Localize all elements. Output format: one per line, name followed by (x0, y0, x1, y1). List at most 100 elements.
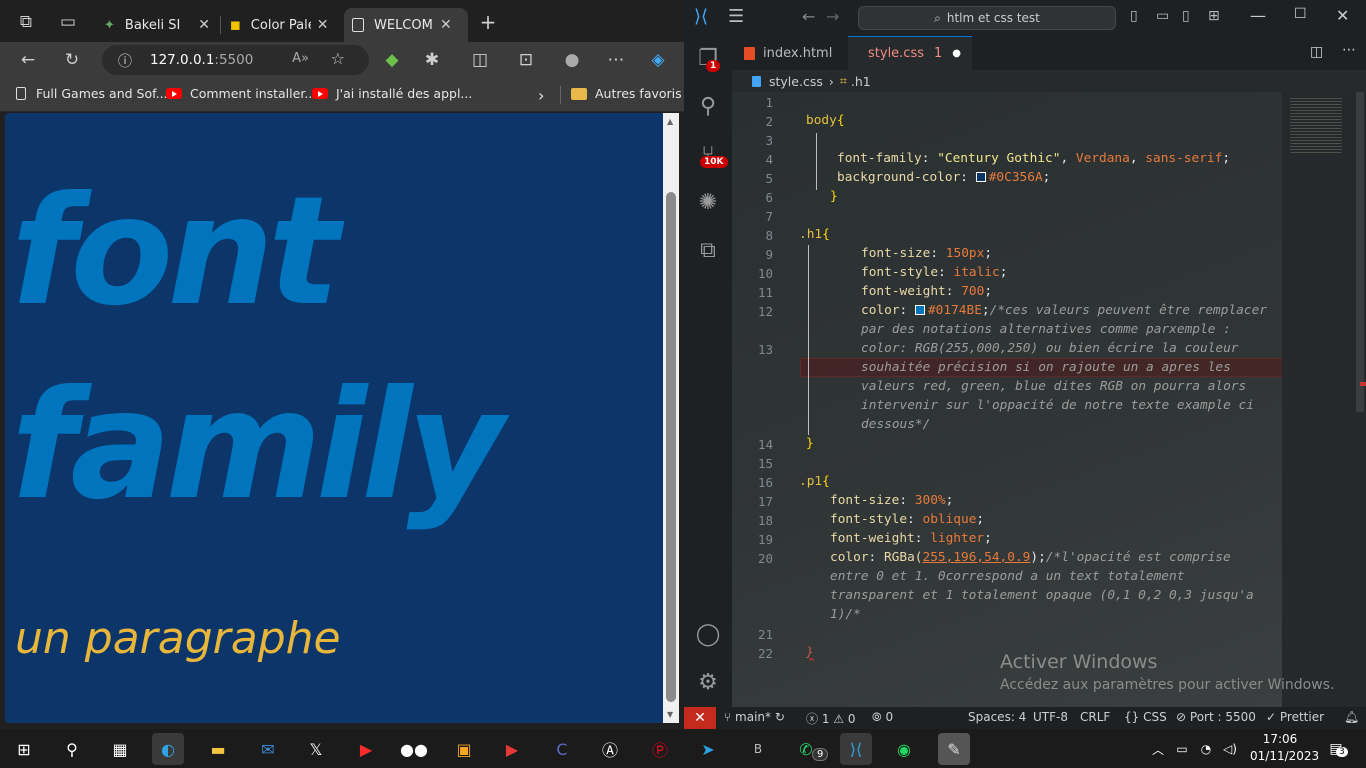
bookmark-full-games[interactable]: Full Games and Sof... (16, 86, 168, 101)
bookmark-comment-installer[interactable]: Comment installer... (166, 86, 316, 101)
layout-icon[interactable]: ⊞ (1208, 8, 1220, 24)
extensions-icon[interactable]: ⧉ (694, 236, 722, 264)
system-clock[interactable]: 17:06 01/11/2023 (1250, 731, 1319, 765)
indentation-status[interactable]: Spaces: 4 (968, 710, 1026, 724)
bookmark-label: Comment installer... (190, 86, 317, 101)
wifi-icon[interactable]: ◔ (1196, 733, 1216, 765)
toggle-secondary-sidebar-icon[interactable]: ▯ (1182, 8, 1190, 24)
other-favorites[interactable]: Autres favoris (571, 86, 682, 101)
bell-icon[interactable]: 🔔︎ (1344, 710, 1359, 724)
app-b-icon[interactable]: B (742, 733, 774, 765)
debug-icon[interactable]: ✺ (694, 188, 722, 216)
extensions-puzzle-icon[interactable]: ✱ (420, 48, 444, 72)
x-twitter-icon[interactable]: 𝕏 (300, 733, 332, 765)
app-icon[interactable]: ▣ (448, 733, 480, 765)
split-screen-icon[interactable]: ◫ (468, 48, 492, 72)
copilot-icon[interactable]: ◈ (646, 48, 670, 72)
activity-bar: ❐ 1 ⚲ ⑂ 10K ✺ ⧉ ◯ ⚙ (684, 36, 732, 707)
settings-gear-icon[interactable]: ⚙ (694, 668, 722, 696)
telegram-icon[interactable]: ➤ (692, 733, 724, 765)
refresh-icon[interactable]: ↻ (60, 48, 84, 72)
live-server-status[interactable]: ⊘ Port : 5500 (1176, 710, 1256, 724)
encoding-status[interactable]: UTF-8 (1033, 710, 1068, 724)
account-icon[interactable]: ◯ (694, 620, 722, 648)
scroll-down-icon[interactable]: ▼ (667, 710, 673, 719)
youtube-icon[interactable]: ▶ (350, 733, 382, 765)
minimize-icon[interactable]: — (1250, 6, 1266, 25)
prettier-status[interactable]: ✓ Prettier (1266, 710, 1324, 724)
scroll-up-icon[interactable]: ▲ (667, 117, 673, 126)
new-tab-button[interactable]: + (476, 10, 500, 34)
pinterest-icon[interactable]: Ⓟ (644, 733, 676, 765)
command-center-search[interactable]: ⌕ htlm et css test (858, 6, 1116, 30)
tab-color-palette[interactable]: ◼ Color Palette ✕ (222, 8, 344, 42)
read-aloud-icon[interactable]: A» (292, 51, 309, 66)
breadcrumb-file[interactable]: style.css (769, 74, 823, 89)
volume-icon[interactable]: ◁) (1220, 733, 1240, 765)
tab-welcome[interactable]: WELCOME ✕ (344, 8, 468, 42)
task-view-icon[interactable]: ▦ (104, 733, 136, 765)
close-icon[interactable]: ✕ (198, 17, 210, 33)
collections-icon[interactable]: ⊡ (514, 48, 538, 72)
toggle-sidebar-icon[interactable]: ▯ (1130, 8, 1138, 24)
remote-indicator-icon[interactable]: ✕ (684, 707, 716, 729)
media-player-icon[interactable]: ▶ (496, 733, 528, 765)
tab-style-css[interactable]: style.css 1 ● (848, 36, 972, 70)
problems-status[interactable]: ⓧ 1 ⚠ 0 (806, 710, 856, 727)
tab-actions-icon[interactable]: ▭ (56, 10, 80, 34)
split-editor-icon[interactable]: ◫ (1310, 44, 1323, 60)
chevron-right-icon[interactable]: › (538, 86, 544, 105)
color-swatch[interactable] (975, 172, 986, 182)
close-window-icon[interactable]: ✕ (1336, 6, 1349, 25)
close-icon[interactable]: ✕ (317, 17, 329, 33)
eol-status[interactable]: CRLF (1080, 710, 1110, 724)
chevron-up-icon[interactable]: ︿ (1148, 733, 1168, 765)
extension-icon[interactable]: ◆ (380, 48, 404, 72)
back-arrow-icon[interactable]: ← (16, 48, 40, 72)
tab-bakeli[interactable]: ✦ Bakeli SI ✕ (96, 8, 218, 42)
maximize-icon[interactable]: ☐ (1294, 6, 1307, 22)
ports-status[interactable]: ⦾ 0 (872, 710, 893, 725)
app-clap-icon[interactable]: ✎ (938, 733, 970, 765)
workspaces-icon[interactable]: ⧉ (14, 10, 38, 34)
info-icon[interactable]: ⓘ (118, 51, 132, 71)
minimap[interactable] (1282, 92, 1354, 707)
more-menu-icon[interactable]: ⋯ (604, 48, 628, 72)
profile-avatar-icon[interactable]: ● (560, 48, 584, 72)
menu-hamburger-icon[interactable]: ☰ (728, 6, 744, 27)
vscode-icon[interactable]: ⟩⟨ (840, 733, 872, 765)
edge-icon[interactable]: ◐ (152, 733, 184, 765)
color-swatch[interactable] (914, 305, 925, 315)
unsaved-dot-icon[interactable]: ● (952, 48, 961, 59)
language-status[interactable]: {} CSS (1124, 710, 1167, 724)
bookmark-jai-installe[interactable]: J'ai installé des appl... (312, 86, 472, 101)
code-line-17: font-size: 300%; (830, 493, 953, 508)
search-icon[interactable]: ⚲ (694, 92, 722, 120)
more-actions-icon[interactable]: ⋯ (1342, 42, 1356, 58)
address-bar[interactable]: ⓘ 127.0.0.1:5500 A» ☆ (102, 45, 369, 75)
editor-scroll-thumb[interactable] (1356, 92, 1364, 412)
app-a-icon[interactable]: Ⓐ (594, 733, 626, 765)
mail-icon[interactable]: ✉ (252, 733, 284, 765)
value: 700 (961, 284, 985, 299)
close-icon[interactable]: ✕ (440, 17, 452, 33)
tab-index-html[interactable]: index.html (732, 36, 848, 70)
scrollbar-thumb[interactable] (666, 192, 676, 702)
toggle-panel-icon[interactable]: ▭ (1156, 8, 1169, 24)
file-explorer-icon[interactable]: ▬ (202, 733, 234, 765)
selector-p1: .p1 (799, 474, 823, 489)
value: Verdana (1075, 151, 1130, 166)
medium-icon[interactable]: ●● (398, 733, 430, 765)
windows-start-icon[interactable]: ⊞ (8, 733, 40, 765)
favorite-star-icon[interactable]: ☆ (331, 49, 345, 68)
editor-scrollbar[interactable] (1354, 92, 1366, 707)
comma: , (1129, 151, 1138, 166)
battery-icon[interactable]: ▭ (1172, 733, 1192, 765)
breadcrumb-symbol[interactable]: .h1 (851, 74, 871, 89)
spotify-icon[interactable]: ◉ (888, 733, 920, 765)
search-icon[interactable]: ⚲ (56, 733, 88, 765)
branch-status[interactable]: ⑂ main* ↻ (724, 710, 785, 724)
nav-forward-icon[interactable]: → (826, 7, 839, 26)
nav-back-icon[interactable]: ← (802, 7, 815, 26)
canva-icon[interactable]: C (546, 733, 578, 765)
